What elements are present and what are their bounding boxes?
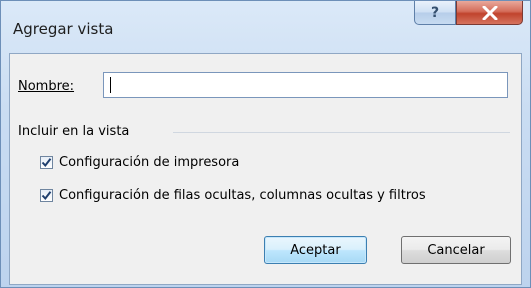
help-icon: ? [430, 4, 440, 21]
checkmark-icon [41, 191, 52, 201]
name-label-text: Nombre: [18, 79, 75, 94]
cancel-button[interactable]: Cancelar [401, 236, 511, 264]
accept-button[interactable]: Aceptar [264, 236, 367, 264]
include-group-label: Incluir en la vista [18, 124, 130, 139]
accept-button-label: Aceptar [290, 242, 341, 258]
dialog-body: Nombre: Incluir en la vista Configuració… [9, 53, 522, 285]
text-caret [110, 77, 111, 93]
name-label: Nombre: [18, 79, 74, 94]
close-icon [482, 5, 498, 20]
group-divider [173, 132, 510, 133]
title-bar[interactable]: Agregar vista ? [1, 1, 530, 53]
dialog-title: Agregar vista [13, 20, 114, 38]
print-settings-label: Configuración de impresora [59, 155, 240, 170]
option-print-settings[interactable]: Configuración de impresora [40, 155, 239, 170]
checkmark-icon [41, 158, 52, 168]
cancel-button-label: Cancelar [427, 242, 485, 258]
hidden-rows-columns-filters-label: Configuración de filas ocultas, columnas… [59, 188, 426, 203]
name-input[interactable] [103, 72, 508, 98]
close-button[interactable] [456, 1, 523, 25]
help-button[interactable]: ? [414, 1, 456, 25]
hidden-rows-columns-filters-checkbox[interactable] [40, 189, 53, 202]
add-view-dialog: Agregar vista ? Nombre: Incluir en la vi… [0, 0, 531, 288]
print-settings-checkbox[interactable] [40, 156, 53, 169]
option-hidden-rows-columns-filters[interactable]: Configuración de filas ocultas, columnas… [40, 188, 426, 203]
